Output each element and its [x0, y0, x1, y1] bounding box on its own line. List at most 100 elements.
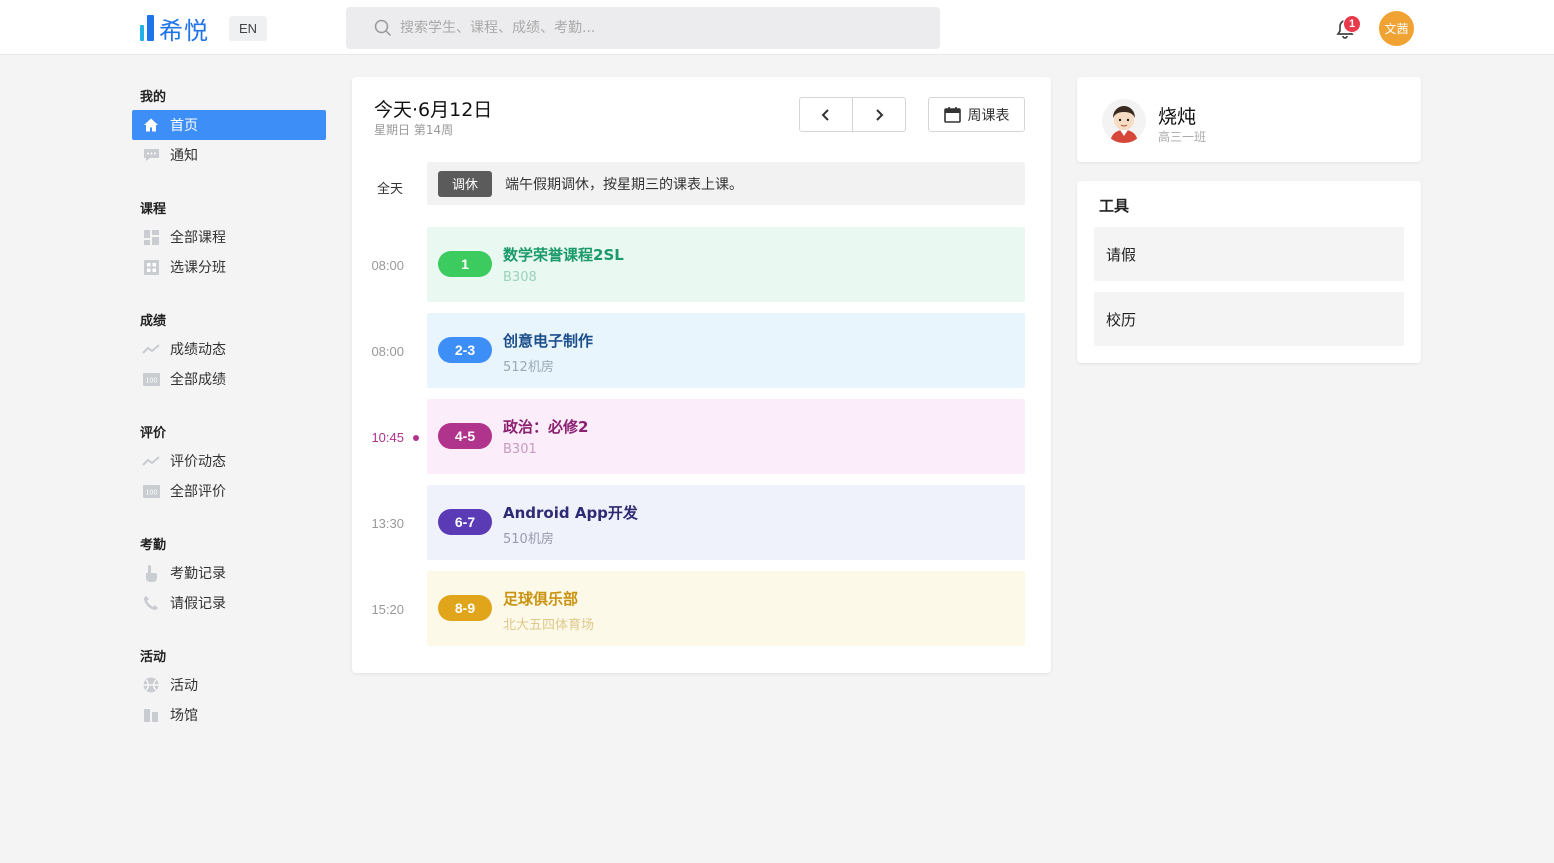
course-room: 北大五四体育场	[503, 618, 595, 633]
course-name: 政治：必修2	[503, 418, 589, 436]
calendar-icon	[943, 107, 961, 123]
course-room: B301	[503, 442, 537, 457]
current-time-dot	[413, 435, 419, 441]
sidebar-item-score-trends[interactable]: 成绩动态	[132, 334, 326, 364]
sidebar-item-label: 首页	[170, 118, 198, 134]
search-bar[interactable]	[346, 7, 940, 49]
sidebar-section-title: 我的	[140, 89, 167, 105]
logo[interactable]: 希悦	[140, 13, 209, 45]
time-label: 08:00	[371, 344, 404, 359]
period-badge: 6-7	[438, 509, 492, 535]
next-day-button[interactable]	[852, 98, 905, 131]
weekly-schedule-button[interactable]: 周课表	[928, 97, 1025, 132]
time-label: 15:20	[371, 602, 404, 617]
notification-badge: 1	[1343, 15, 1361, 33]
course-name: Android App开发	[503, 504, 638, 522]
sidebar-section-title: 考勤	[140, 537, 167, 553]
period-badge: 1	[438, 251, 492, 277]
period-badge: 4-5	[438, 423, 492, 449]
sidebar-item-course-selection[interactable]: 选课分班	[132, 252, 326, 282]
sidebar-item-venues[interactable]: 场馆	[132, 700, 326, 730]
sidebar-item-label: 成绩动态	[170, 342, 226, 358]
search-icon	[374, 19, 392, 37]
grid-icon	[142, 258, 160, 276]
home-icon	[142, 116, 160, 134]
sidebar-section-title: 活动	[140, 649, 167, 665]
time-label: 10:45	[371, 430, 404, 445]
course-name: 数学荣誉课程2SL	[503, 246, 624, 264]
sidebar-item-notifications[interactable]: 通知	[132, 140, 326, 170]
logo-mark-icon	[140, 15, 154, 41]
sidebar-item-label: 请假记录	[170, 596, 226, 612]
leave-request-button[interactable]: 请假	[1094, 227, 1404, 281]
sidebar-item-leave-records[interactable]: 请假记录	[132, 588, 326, 618]
ball-icon	[142, 676, 160, 694]
course-name: 创意电子制作	[503, 332, 594, 350]
sidebar-item-label: 通知	[170, 148, 198, 164]
sidebar-item-activities[interactable]: 活动	[132, 670, 326, 700]
language-toggle-button[interactable]: EN	[229, 16, 267, 41]
profile-card[interactable]: 烧炖 高三一班	[1077, 77, 1421, 162]
course-room: B308	[503, 270, 537, 285]
date-subtitle: 星期日 第14周	[374, 123, 454, 137]
page-title: 今天·6月12日	[374, 99, 493, 121]
time-label: 13:30	[371, 516, 404, 531]
sidebar-item-label: 全部评价	[170, 484, 226, 500]
sidebar-item-all-scores[interactable]: 100 全部成绩	[132, 364, 326, 394]
student-class: 高三一班	[1158, 130, 1207, 144]
sidebar-item-home[interactable]: 首页	[132, 110, 326, 140]
svg-text:100: 100	[145, 489, 157, 496]
cartoon-avatar-icon	[1102, 99, 1146, 143]
course-card[interactable]: 2-3 创意电子制作 512机房	[427, 313, 1025, 388]
sidebar-item-label: 活动	[170, 678, 198, 694]
sidebar-item-label: 选课分班	[170, 260, 226, 276]
previous-day-button[interactable]	[800, 98, 852, 131]
period-badge: 8-9	[438, 595, 492, 621]
sidebar-item-evaluation-trends[interactable]: 评价动态	[132, 446, 326, 476]
score-100-icon: 100	[142, 482, 160, 500]
course-card[interactable]: 1 数学荣誉课程2SL B308	[427, 227, 1025, 302]
allday-label: 全天	[377, 182, 404, 197]
sidebar-item-all-evaluations[interactable]: 100 全部评价	[132, 476, 326, 506]
allday-tag: 调休	[438, 170, 492, 197]
sidebar-item-label: 考勤记录	[170, 566, 226, 582]
logo-text: 希悦	[159, 16, 209, 45]
sidebar-section-title: 评价	[140, 425, 167, 441]
today-schedule-card: 今天·6月12日 星期日 第14周 周课表 全天 调休 端午假期调休，按星期三的…	[352, 77, 1051, 673]
tools-card: 工具 请假 校历	[1077, 181, 1421, 363]
chevron-right-icon	[876, 108, 884, 121]
user-avatar[interactable]: 文茜	[1379, 11, 1414, 46]
sidebar-section-title: 课程	[140, 201, 167, 217]
trend-icon	[142, 340, 160, 358]
trend-icon	[142, 452, 160, 470]
course-room: 510机房	[503, 532, 554, 547]
phone-icon	[142, 594, 160, 612]
sidebar-item-all-courses[interactable]: 全部课程	[132, 222, 326, 252]
search-input[interactable]	[400, 20, 900, 36]
day-navigation	[799, 97, 906, 132]
course-room: 512机房	[503, 360, 554, 375]
course-name: 足球俱乐部	[503, 590, 579, 608]
school-calendar-button[interactable]: 校历	[1094, 292, 1404, 346]
top-bar: 希悦 EN 1 文茜	[0, 0, 1554, 55]
allday-event[interactable]: 调休 端午假期调休，按星期三的课表上课。	[427, 162, 1025, 205]
sidebar-section-title: 成绩	[140, 313, 167, 329]
chevron-left-icon	[821, 108, 829, 121]
sidebar-item-label: 场馆	[170, 708, 198, 724]
course-card[interactable]: 4-5 政治：必修2 B301	[427, 399, 1025, 474]
student-name: 烧炖	[1158, 106, 1197, 128]
score-100-icon: 100	[142, 370, 160, 388]
tools-title: 工具	[1099, 197, 1130, 215]
sidebar-item-label: 评价动态	[170, 454, 226, 470]
building-icon	[142, 706, 160, 724]
course-card[interactable]: 6-7 Android App开发 510机房	[427, 485, 1025, 560]
allday-text: 端午假期调休，按星期三的课表上课。	[505, 176, 743, 193]
sidebar-item-label: 全部课程	[170, 230, 226, 246]
svg-text:100: 100	[145, 377, 157, 384]
period-badge: 2-3	[438, 337, 492, 363]
time-label: 08:00	[371, 258, 404, 273]
sidebar-item-attendance-records[interactable]: 考勤记录	[132, 558, 326, 588]
student-avatar	[1102, 99, 1146, 143]
course-card[interactable]: 8-9 足球俱乐部北大五四体育场	[427, 571, 1025, 646]
sidebar: 我的 首页 通知 课程 全部课程 选课分班 成绩 成绩动态 100 全部成绩 评…	[132, 80, 326, 730]
